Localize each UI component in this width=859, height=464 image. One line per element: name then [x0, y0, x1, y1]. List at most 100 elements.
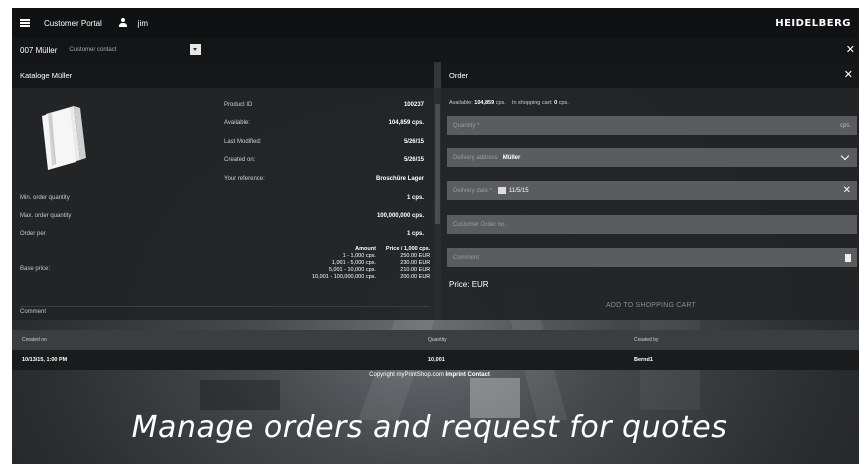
table-row[interactable]: 10/13/15, 1:00 PM 10,001 Bernd1 [12, 350, 859, 370]
price-amount: 10,001 - 100,000,000 cps. [312, 274, 376, 280]
price-table-header: Amount [355, 246, 376, 252]
customer-dropdown-button[interactable] [190, 44, 201, 55]
image-border-left [0, 0, 12, 464]
imprint-link[interactable]: Imprint [446, 372, 466, 378]
cell-created-on: 10/13/15, 1:00 PM [22, 357, 68, 363]
catalog-thumbnail [42, 106, 86, 170]
available-unit: cps. [495, 100, 506, 106]
user-icon[interactable] [118, 18, 128, 28]
delivery-address-label: Delivery address [453, 154, 498, 161]
in-cart-label: In shopping cart: [511, 100, 553, 106]
order-rule-row: Min. order quantity 1 cps. [20, 195, 424, 201]
detail-value: Broschüre Lager [375, 176, 424, 182]
order-panel: Order ✕ Available: 104,859 cps. In shopp… [441, 62, 859, 320]
price-amount: 5,001 - 10,000 cps. [328, 267, 376, 273]
cell-created-by: Bernd1 [634, 357, 653, 363]
copyright-text: Copyright myPrintShop.com [369, 372, 444, 378]
price-table-row: 10,001 - 100,000,000 cps. 200.00 EUR [302, 274, 430, 281]
order-rule-row: Order per 1 cps. [20, 231, 424, 237]
price-value: 230.00 EUR [400, 260, 431, 266]
quantity-input[interactable]: Quantity * cps. [447, 116, 857, 135]
close-order-icon[interactable]: ✕ [844, 68, 853, 81]
price-amount: 1 - 1,000 cps. [342, 253, 376, 259]
cell-quantity: 10,001 [428, 357, 445, 363]
portal-title: Customer Portal [44, 18, 102, 28]
product-detail-panel: Kataloge Müller Product ID 100237 Availa… [12, 62, 434, 320]
delivery-date-field[interactable]: Delivery date * 11/5/15 ✕ [447, 181, 857, 200]
base-price-label: Base price: [20, 266, 51, 272]
column-header-quantity[interactable]: Quantity [428, 337, 447, 343]
column-header-created-by[interactable]: Created by [634, 337, 658, 343]
price-label: Price: [449, 280, 470, 289]
price-table-row: 1 - 1,000 cps. 250.00 EUR [302, 253, 431, 260]
comment-icon[interactable] [845, 253, 851, 262]
detail-value: 100237 [403, 102, 424, 108]
app-header: Customer Portal jim HEIDELBERG [12, 8, 859, 38]
customer-name: 007 Müller [20, 45, 58, 55]
comment-label: Comment [20, 306, 430, 315]
delivery-address-select[interactable]: Delivery address Müller [447, 148, 857, 167]
rule-value: 1 cps. [406, 195, 424, 201]
detail-row: Last Modified: 5/26/15 [224, 139, 424, 145]
in-cart-value: 0 [554, 100, 558, 106]
clear-date-icon[interactable]: ✕ [843, 185, 851, 196]
detail-label: Last Modified: [224, 139, 262, 145]
user-name[interactable]: jim [138, 19, 148, 28]
price-table-header: Price / 1,000 cps. [385, 246, 431, 252]
comment-input[interactable]: Comment [447, 248, 857, 267]
customer-bar: 007 Müller Customer contact ✕ [12, 38, 859, 62]
detail-label: Product ID [224, 102, 253, 108]
comment-placeholder: Comment [453, 254, 480, 261]
detail-value: 5/26/15 [403, 157, 424, 163]
history-table-header: Created on Quantity Created by [12, 330, 859, 350]
rule-label: Order per [20, 231, 46, 237]
footer: Copyright myPrintShop.com Imprint Contac… [0, 372, 859, 378]
available-value: 104,859 [474, 100, 495, 106]
price-table-row: 1,001 - 5,000 cps. 230.00 EUR [302, 260, 430, 267]
detail-row: Product ID 100237 [224, 102, 424, 108]
price-amount: 1,001 - 5,000 cps. [331, 260, 376, 266]
detail-row: Available: 104,859 cps. [224, 120, 424, 126]
calendar-icon[interactable] [498, 187, 507, 194]
availability-line: Available: 104,859 cps. In shopping cart… [449, 100, 569, 106]
price-value: 210.00 EUR [400, 267, 431, 273]
customer-contact[interactable]: Customer contact [69, 47, 116, 53]
order-title: Order [441, 62, 859, 88]
available-label: Available: [449, 100, 473, 106]
detail-label: Your reference: [224, 176, 265, 182]
rule-value: 100,000,000 cps. [376, 213, 424, 219]
price-value: 250.00 EUR [400, 253, 431, 259]
order-rule-row: Max. order quantity 100,000,000 cps. [20, 213, 424, 219]
detail-value: 5/26/15 [403, 139, 424, 145]
heidelberg-logo: HEIDELBERG [775, 17, 851, 29]
quantity-unit: cps. [839, 122, 851, 129]
chevron-down-icon[interactable] [840, 151, 850, 161]
customer-order-input[interactable]: Customer Order no. [447, 215, 857, 234]
add-to-cart-button[interactable]: ADD TO SHOPPING CART [606, 302, 696, 309]
detail-label: Created on: [224, 157, 256, 163]
detail-value: 104,859 cps. [388, 120, 424, 126]
close-icon[interactable]: ✕ [846, 43, 855, 56]
customer-order-placeholder: Customer Order no. [453, 221, 507, 228]
price-table: Amount Price / 1,000 cps. 1 - 1,000 cps.… [302, 246, 430, 281]
image-border-top [0, 0, 859, 8]
contact-link[interactable]: Contact [468, 372, 490, 378]
delivery-address-value: Müller [502, 154, 521, 161]
price-line: Price: EUR [449, 280, 489, 289]
in-cart-unit: cps. [558, 100, 569, 106]
detail-row: Your reference: Broschüre Lager [224, 176, 424, 182]
menu-icon[interactable] [20, 19, 30, 27]
delivery-date-value: 11/5/15 [509, 187, 529, 194]
price-value: 200.00 EUR [400, 274, 431, 280]
detail-label: Available: [224, 120, 250, 126]
product-title: Kataloge Müller [12, 62, 434, 88]
quantity-placeholder: Quantity * [453, 122, 480, 129]
scrollbar[interactable] [434, 88, 441, 320]
rule-label: Max. order quantity [20, 213, 72, 219]
price-currency: EUR [471, 280, 489, 289]
column-header-created-on[interactable]: Created on [22, 337, 47, 343]
marketing-caption: Manage orders and request for quotes [131, 410, 728, 445]
scrollbar-thumb[interactable] [435, 104, 440, 224]
price-table-row: 5,001 - 10,000 cps. 210.00 EUR [302, 267, 430, 274]
delivery-date-label: Delivery date * [453, 187, 493, 194]
